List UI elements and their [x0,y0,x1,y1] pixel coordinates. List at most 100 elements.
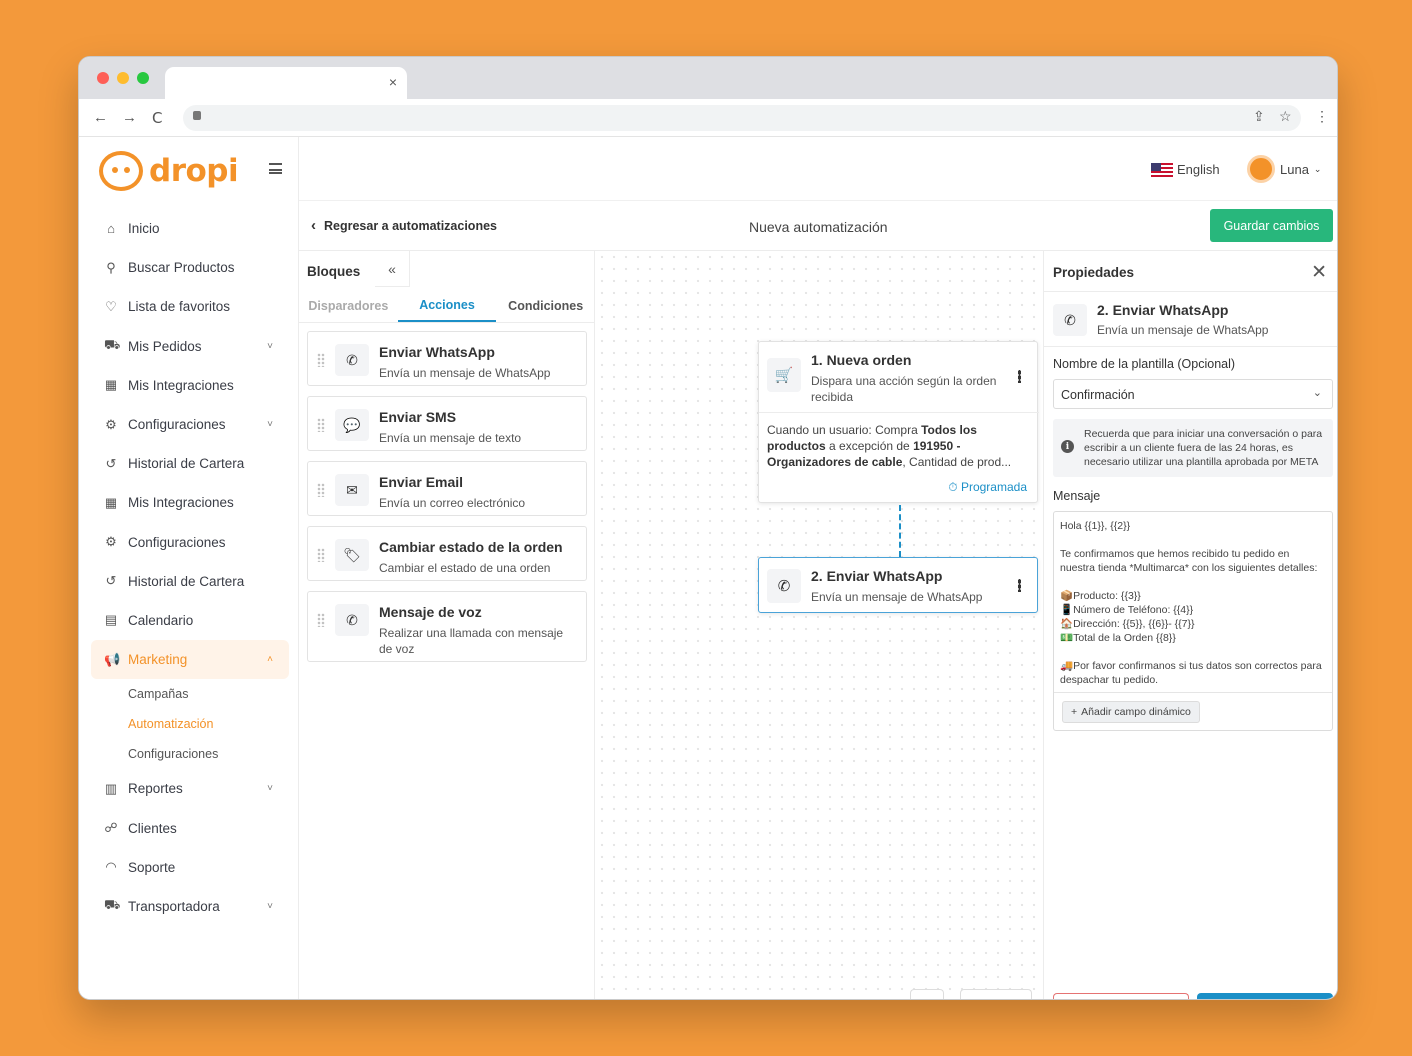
sidebar-item[interactable]: ⌂ Inicio [91,209,289,248]
browser-tab[interactable]: × [165,67,407,99]
canvas-controls[interactable] [960,989,1032,999]
chevron-left-icon: ‹ [311,217,316,234]
drag-handle-icon[interactable] [317,418,325,432]
block-card-description: Envía un mensaje de texto [379,431,522,445]
browser-tab-strip: × [79,57,1337,99]
sidebar-item-label: Inicio [128,221,160,237]
block-card[interactable]: 💬 Enviar SMS Envía un mensaje de texto [307,396,587,451]
sidebar-item[interactable]: ⚙ Configuraciones [91,523,289,562]
browser-menu-icon[interactable]: ⋮ [1315,108,1329,125]
chevron-down-icon: ⌄ [1312,387,1322,399]
search-icon: ⚲ [106,259,116,275]
selected-block-description: Envía un mensaje de WhatsApp [1097,323,1269,337]
sidebar-item-label: Configuraciones [128,534,226,550]
clients-icon: ☍ [104,820,118,836]
page-header: ‹ Regresar a automatizaciones Nueva auto… [299,201,1337,251]
menu-toggle-icon[interactable] [269,163,282,174]
block-card[interactable]: ✆ Mensaje de voz Realizar una llamada con … [307,591,587,662]
primary-button[interactable] [1197,993,1333,999]
sidebar-item-label: Historial de Cartera [128,456,245,472]
node-condition-text: Cuando un usuario: Compra Todos los prod… [767,423,1012,469]
brand-logo[interactable]: dropi [99,151,239,191]
sidebar-item-label: Configuraciones [128,417,226,433]
template-select[interactable]: Confirmación ⌄ [1053,379,1333,409]
language-selector[interactable]: English [1151,162,1220,177]
back-link[interactable]: ‹ Regresar a automatizaciones [311,217,497,234]
user-menu[interactable]: Luna ⌄ [1247,155,1321,183]
sms-icon: 💬 [335,409,369,441]
sidebar-item-label: Mis Pedidos [128,338,202,354]
sidebar-subitem[interactable]: Campañas [91,679,289,709]
share-icon[interactable]: ⇪ [1253,108,1265,125]
drag-handle-icon[interactable] [317,548,325,562]
secondary-button[interactable] [1053,993,1189,999]
save-button[interactable]: Guardar cambios [1210,209,1333,242]
sidebar-item[interactable]: ↺ Historial de Cartera [91,562,289,601]
sidebar-item[interactable]: ▦ Mis Integraciones [91,483,289,522]
cart-icon: ⛟ [104,337,121,353]
sidebar-item-label: Historial de Cartera [128,573,245,589]
sidebar-item[interactable]: ⚙ Configuraciones ˅ [91,405,289,444]
address-bar[interactable] [183,105,1301,131]
sidebar-item[interactable]: ⚲ Buscar Productos [91,248,289,287]
block-card[interactable]: ✆ Enviar WhatsApp Envía un mensaje de What… [307,331,587,386]
sidebar-subitem[interactable]: Configuraciones [91,739,289,769]
truck-icon: ⛟ [104,897,121,913]
sidebar-item[interactable]: ♡ Lista de favoritos [91,287,289,326]
sidebar-item-label: Clientes [128,820,177,836]
chevron-down-icon: ˅ [267,340,273,352]
sidebar-item[interactable]: ⛟ Mis Pedidos ˅ [91,327,289,366]
forward-arrow-icon[interactable]: → [122,109,137,126]
close-icon[interactable]: ✕ [1311,261,1327,284]
info-text: Recuerda que para iniciar una conversaci… [1084,428,1323,468]
flow-node-trigger[interactable]: 🛒 1. Nueva orden Dispara una acción segú… [758,341,1039,503]
sidebar-item[interactable]: ↺ Historial de Cartera [91,444,289,483]
flow-node-whatsapp[interactable]: ✆ 2. Enviar WhatsApp Envía un mensaje de… [758,557,1038,613]
block-card-title: Cambiar estado de la orden [379,539,563,555]
sidebar-item-label: Reportes [128,781,183,797]
maximize-window-button[interactable] [137,72,149,84]
add-dynamic-field-button[interactable]: + Añadir campo dinámico [1062,701,1200,723]
bookmark-star-icon[interactable]: ☆ [1279,108,1292,125]
message-text[interactable]: Hola {{1}}, {{2}} Te confirmamos que hem… [1060,519,1326,687]
message-editor[interactable]: Hola {{1}}, {{2}} Te confirmamos que hem… [1053,511,1333,731]
phone-icon: ✆ [335,604,369,636]
block-card[interactable]: ✉ Enviar Email Envía un correo electrónico [307,461,587,516]
back-arrow-icon[interactable]: ← [93,109,108,126]
selected-block-title: 2. Enviar WhatsApp [1097,302,1229,318]
sidebar-menu: ⌂ Inicio ⚲ Buscar Productos ♡ Lista de favori… [91,209,289,926]
block-card-title: Enviar Email [379,474,464,490]
drag-handle-icon[interactable] [317,483,325,497]
minimize-window-button[interactable] [117,72,129,84]
tab-acciones[interactable]: Acciones [397,289,497,322]
sidebar-item[interactable]: ⛟ Transportadora ˅ [91,887,289,926]
close-window-button[interactable] [97,72,109,84]
node-menu-icon[interactable] [1018,579,1021,592]
email-icon: ✉ [335,474,369,506]
sidebar: dropi ⌂ Inicio ⚲ Buscar Productos ♡ Lista de … [79,137,299,999]
zoom-control[interactable] [910,989,944,999]
block-card[interactable]: 🏷 Cambiar estado de la orden Cambiar el es… [307,526,587,581]
tab-disparadores[interactable]: Disparadores [299,289,398,322]
node-description: Envía un mensaje de WhatsApp [811,590,983,604]
drag-handle-icon[interactable] [317,353,325,367]
sidebar-subitem[interactable]: Automatización [91,709,289,739]
flow-canvas[interactable]: 🛒 1. Nueva orden Dispara una acción segú… [596,251,1043,999]
history-icon: ↺ [105,573,117,589]
tab-condiciones[interactable]: Condiciones [496,289,595,322]
sidebar-item[interactable]: ▥ Reportes ˅ [91,769,289,808]
properties-panel: Propiedades ✕ ✆ 2. Enviar WhatsApp Envía… [1043,251,1337,999]
sidebar-item[interactable]: 📢 Marketing ˄ [91,640,289,680]
flow-connector [899,505,901,557]
sidebar-item[interactable]: ☍ Clientes [91,808,289,847]
close-tab-icon[interactable]: × [389,74,397,90]
reload-icon[interactable]: C [152,109,162,127]
sidebar-item[interactable]: ◠ Soporte [91,848,289,887]
drag-handle-icon[interactable] [317,613,325,627]
divider [1054,692,1332,693]
node-menu-icon[interactable] [1018,370,1021,383]
sidebar-item[interactable]: ▤ Calendario [91,601,289,640]
node-title: 2. Enviar WhatsApp [811,568,943,584]
collapse-panel-button[interactable]: « [375,251,410,287]
sidebar-item[interactable]: ▦ Mis Integraciones [91,366,289,405]
